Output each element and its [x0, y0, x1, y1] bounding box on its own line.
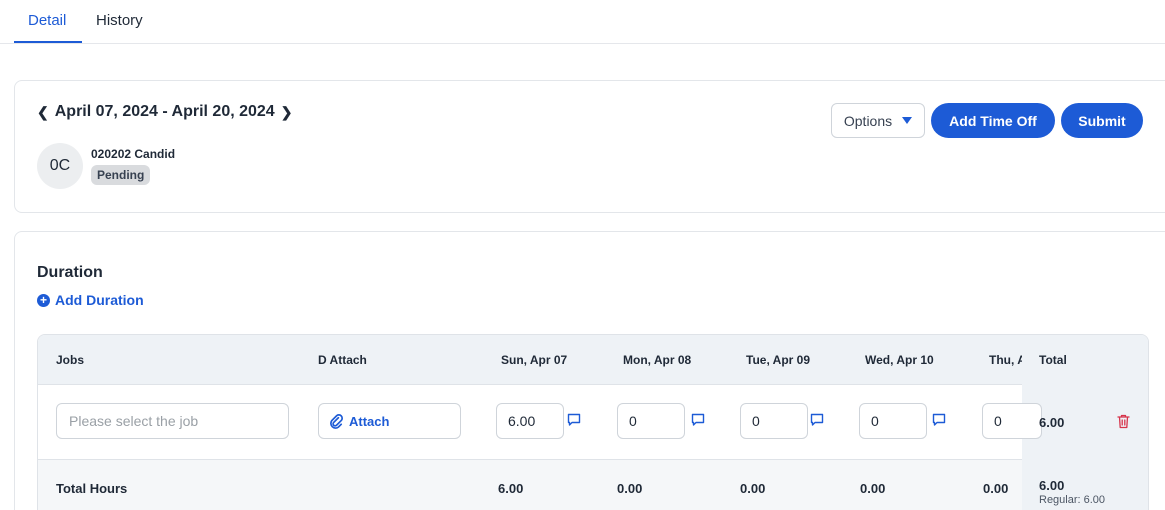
hours-input-thu[interactable]: 0: [982, 403, 1042, 439]
options-label: Options: [843, 112, 893, 129]
hours-input-wed[interactable]: 0: [859, 403, 927, 439]
table-header: Jobs D Attach Sun, Apr 07 Mon, Apr 08 Tu…: [38, 335, 1148, 385]
attach-button[interactable]: Attach: [318, 403, 461, 439]
regular-hours: Regular: 6.00: [1039, 494, 1106, 506]
pay-period-navigator: ❮ April 07, 2024 - April 20, 2024 ❯: [37, 103, 292, 121]
add-time-off-button[interactable]: Add Time Off: [931, 103, 1055, 138]
table-footer: Total Hours 6.00 0.00 0.00 0.00 0.00: [38, 460, 1148, 510]
add-duration-label: Add Duration: [55, 292, 144, 308]
column-header-total: Total: [1039, 353, 1067, 367]
options-dropdown[interactable]: Options: [831, 103, 925, 138]
column-header-attach: D Attach: [318, 353, 367, 367]
tab-history[interactable]: History: [96, 12, 143, 29]
active-tab-indicator: [14, 41, 82, 43]
hours-input-mon[interactable]: 0: [617, 403, 685, 439]
grand-total-cell: 6.00 Regular: 6.00: [1022, 460, 1148, 510]
total-sun: 6.00: [498, 481, 524, 496]
column-header-jobs: Jobs: [56, 353, 85, 367]
plus-circle-icon: +: [37, 293, 50, 307]
hours-input-sun[interactable]: 6.00: [496, 403, 564, 439]
attach-label: Attach: [349, 413, 390, 429]
total-thu: 0.00: [983, 481, 1009, 496]
row-total-hours: 6.00: [1039, 415, 1065, 430]
total-tue: 0.00: [740, 481, 766, 496]
timesheet-header-card: ❮ April 07, 2024 - April 20, 2024 ❯ 0C 0…: [14, 80, 1165, 213]
grand-total: 6.00: [1039, 478, 1065, 493]
duration-table: Jobs D Attach Sun, Apr 07 Mon, Apr 08 Tu…: [37, 334, 1149, 510]
add-duration-button[interactable]: + Add Duration: [37, 292, 144, 308]
caret-down-icon: [902, 117, 913, 124]
section-title: Duration: [37, 264, 103, 281]
paperclip-icon: [330, 413, 343, 429]
tab-bar: Detail History: [0, 0, 1165, 44]
avatar: 0C: [37, 143, 83, 189]
comment-icon[interactable]: [691, 413, 705, 427]
job-select[interactable]: Please select the job: [56, 403, 289, 439]
chevron-right-icon[interactable]: ❯: [281, 104, 293, 121]
chevron-left-icon[interactable]: ❮: [37, 104, 49, 121]
total-mon: 0.00: [617, 481, 643, 496]
status-badge: Pending: [91, 165, 151, 185]
column-header-sun: Sun, Apr 07: [501, 353, 568, 367]
pay-period-label: April 07, 2024 - April 20, 2024: [54, 103, 275, 120]
tab-detail[interactable]: Detail: [28, 12, 66, 29]
column-header-wed: Wed, Apr 10: [865, 353, 934, 367]
submit-button[interactable]: Submit: [1061, 103, 1143, 138]
comment-icon[interactable]: [932, 413, 946, 427]
column-header-tue: Tue, Apr 09: [746, 353, 811, 367]
hours-input-tue[interactable]: 0: [740, 403, 808, 439]
total-column-background: Total: [1022, 335, 1148, 460]
column-header-mon: Mon, Apr 08: [623, 353, 692, 367]
employee-name: 020202 Candid: [91, 147, 176, 161]
total-wed: 0.00: [860, 481, 886, 496]
table-row: Please select the job Attach 6.00 0 0 0 …: [38, 386, 1042, 460]
comment-icon[interactable]: [810, 413, 824, 427]
total-hours-label: Total Hours: [56, 481, 128, 496]
trash-icon[interactable]: [1117, 414, 1130, 429]
comment-icon[interactable]: [567, 413, 581, 427]
duration-card: Duration + Add Duration Jobs D Attach Su…: [14, 231, 1165, 510]
